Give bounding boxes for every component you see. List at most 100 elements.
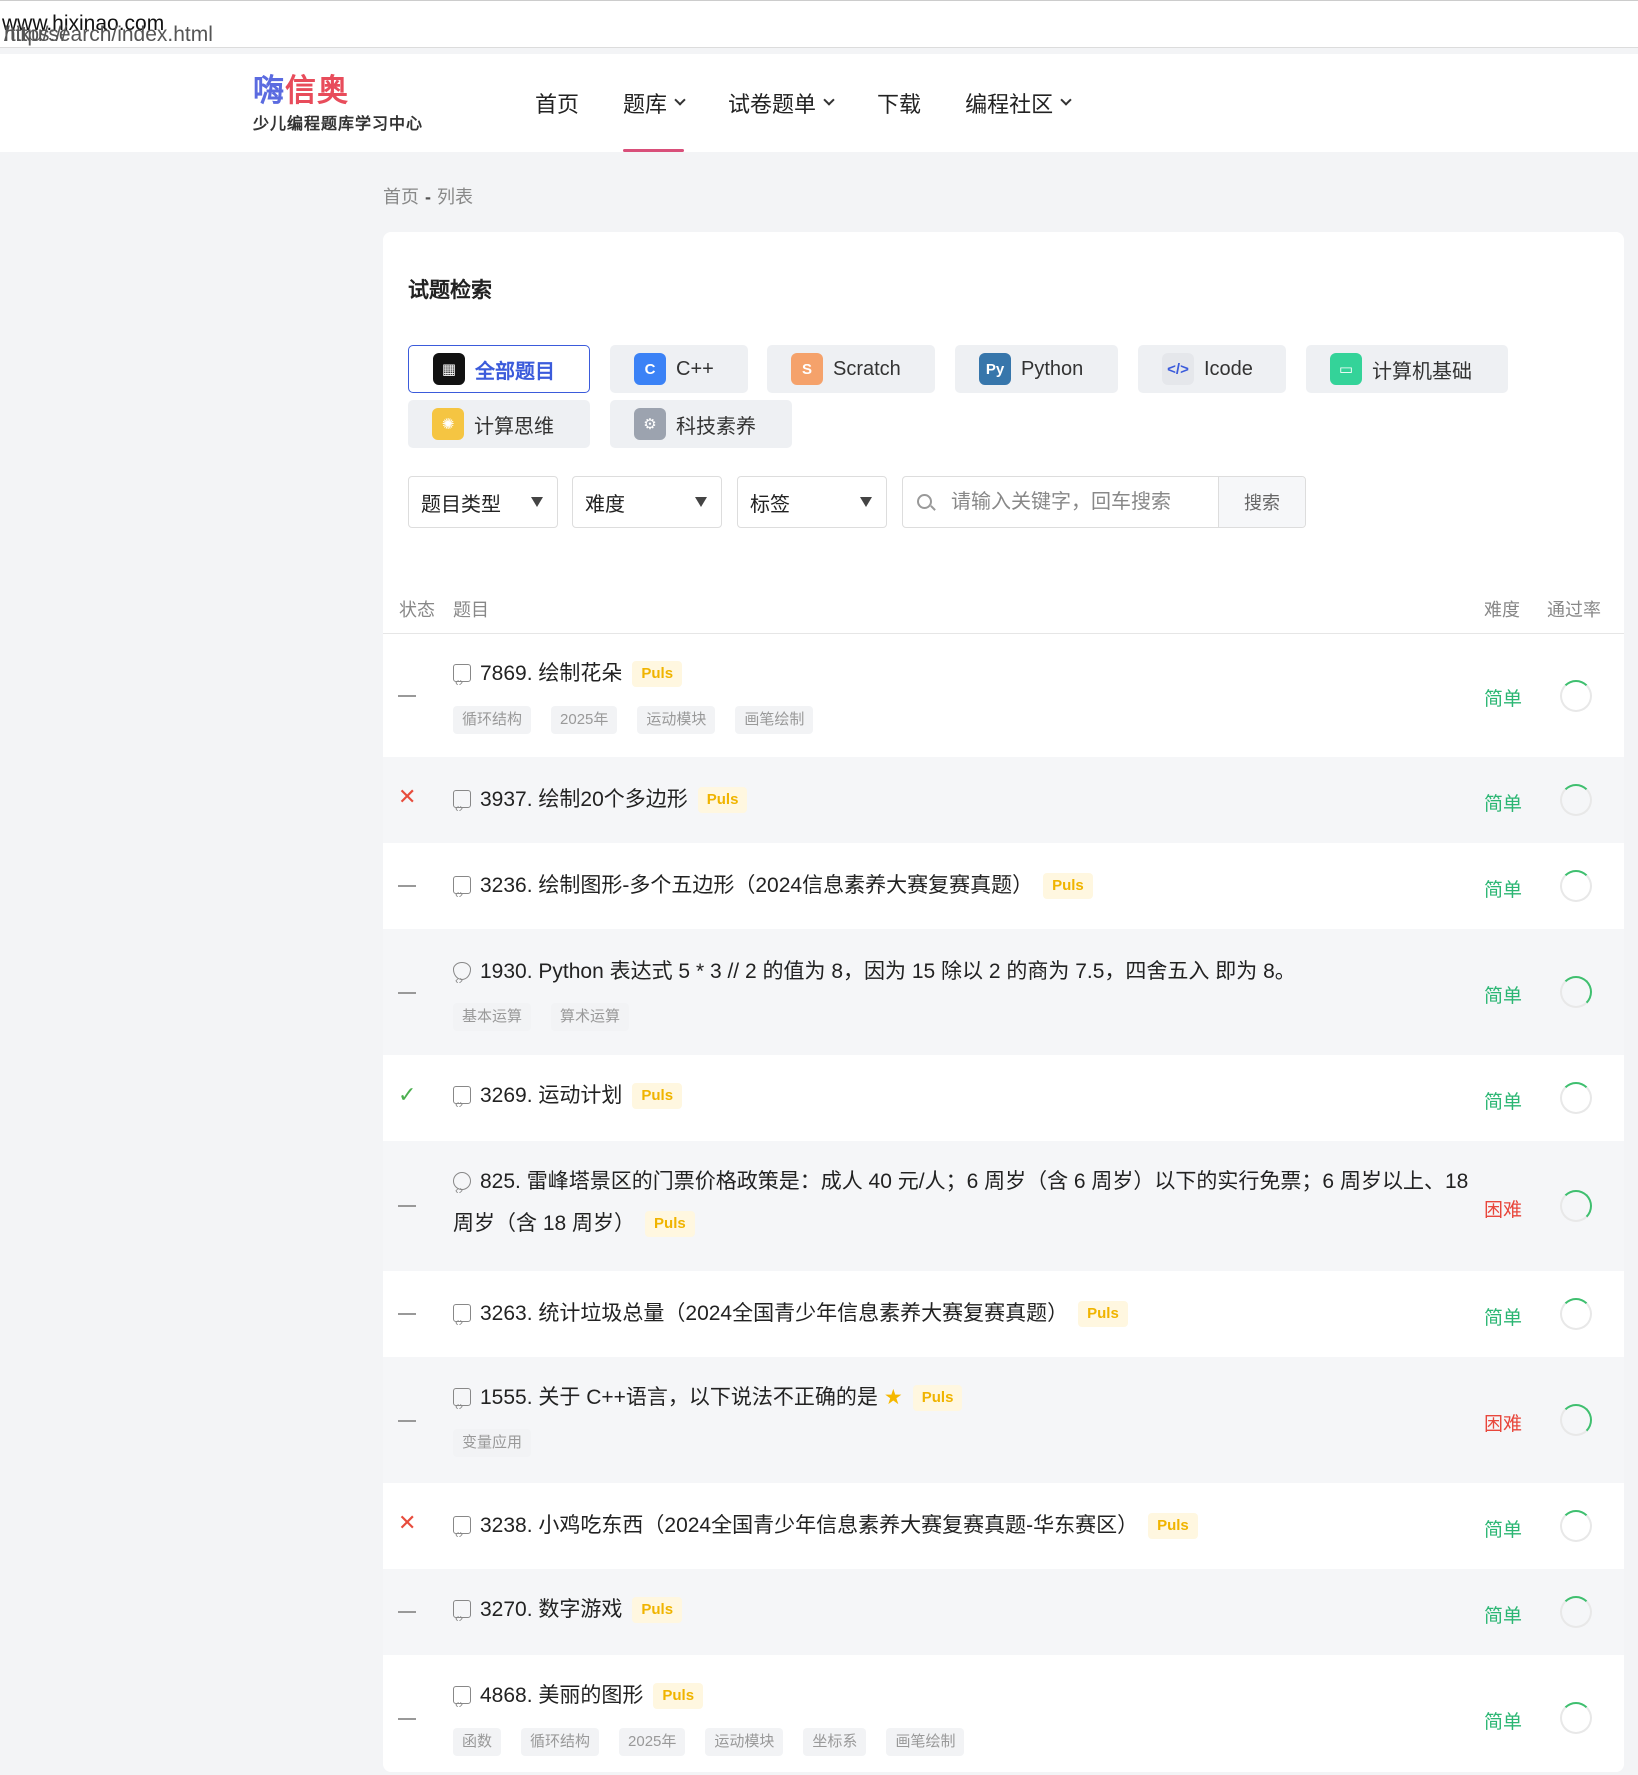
category-python[interactable]: Py Python [955,345,1118,393]
category-tech-literacy[interactable]: ⚙ 科技素养 [610,400,792,448]
question-title[interactable]: 3238. 小鸡吃东西（2024全国青少年信息素养大赛复赛真题-华东赛区） [480,1514,1138,1537]
pass-rate-ring [1560,1298,1592,1330]
plus-badge: Puls [632,1597,683,1623]
question-title[interactable]: 3263. 统计垃圾总量（2024全国青少年信息素养大赛复赛真题） [480,1302,1068,1325]
star-icon: ★ [883,1386,903,1409]
cpp-icon: C [634,353,666,385]
nav-community[interactable]: 编程社区 [965,54,1072,152]
status-none-icon [398,1205,416,1207]
plus-badge: Puls [697,787,748,813]
search-box: 搜索 [902,476,1306,528]
pass-rate-ring [1560,1702,1592,1734]
category-cpp[interactable]: C C++ [610,345,748,393]
category-computer-basics[interactable]: ▭ 计算机基础 [1306,345,1508,393]
question-title[interactable]: 3270. 数字游戏 [480,1598,622,1621]
tag-select[interactable]: 标签 [737,476,887,528]
difficulty-label: 简单 [1484,880,1523,901]
table-row[interactable]: 3270. 数字游戏 Puls 简单 [383,1569,1624,1655]
tag[interactable]: 变量应用 [453,1429,532,1457]
tag[interactable]: 函数 [453,1728,502,1756]
tag-list: 函数 循环结构 2025年 运动模块 坐标系 画笔绘制 [453,1728,965,1756]
tag[interactable]: 基本运算 [453,1003,532,1031]
table-row[interactable]: 7869. 绘制花朵 Puls 循环结构 2025年运动模块画笔绘制 简单 [383,635,1624,757]
difficulty-label: 简单 [1484,1520,1523,1541]
question-title[interactable]: 7869. 绘制花朵 [480,662,622,685]
table-row[interactable]: 3236. 绘制图形-多个五边形（2024信息素养大赛复赛真题） Puls 简单 [383,843,1624,929]
chat-icon: ▭ [1330,353,1362,385]
table-row[interactable]: 825. 雷峰塔景区的门票价格政策是：成人 40 元/人；6 周岁（含 6 周岁… [383,1141,1624,1271]
grid-icon: ▦ [433,353,465,385]
table-row[interactable]: 4868. 美丽的图形 Puls 函数循环结构 2025年运动模块坐标系画笔绘制 简… [383,1655,1624,1775]
tag[interactable]: 循环结构 [521,1728,600,1756]
pass-rate-ring [1560,870,1592,902]
pass-rate-ring [1560,1596,1592,1628]
search-icon [917,494,932,509]
code-icon: </> [1162,353,1194,385]
plus-badge: Puls [1078,1301,1128,1327]
tag[interactable]: 画笔绘制 [735,706,814,734]
table-row[interactable]: 1930. Python 表达式 5 * 3 // 2 的值为 8，因为 15 … [383,929,1624,1055]
header-pass-rate: 通过率 [1547,600,1601,620]
table-row[interactable]: ✓ 3269. 运动计划 Puls 简单 [383,1055,1624,1141]
status-failed-icon: ✕ [398,784,417,809]
pass-rate-ring [1560,1190,1592,1222]
breadcrumb: 首页 - 列表 [383,187,473,207]
question-type-select[interactable]: 题目类型 [408,476,558,528]
table-row[interactable]: ✕ 3937. 绘制20个多边形 Puls 简单 [383,757,1624,843]
difficulty-label: 简单 [1484,986,1523,1007]
tag[interactable]: 循环结构 [453,706,532,734]
tag[interactable]: 算术运算 [551,1003,630,1031]
question-title[interactable]: 3269. 运动计划 [480,1084,622,1107]
site-header: 嗨信奥 少儿编程题库学习中心 首页 题库 试卷题单 下载 编程社区 [0,54,1638,152]
plus-badge: Puls [653,1683,704,1709]
tag[interactable]: 2025年 [551,706,618,734]
search-input[interactable] [951,487,1211,517]
difficulty-select[interactable]: 难度 [572,476,722,528]
plus-badge: Puls [632,661,683,687]
breadcrumb-current: 列表 [437,187,473,207]
status-failed-icon: ✕ [398,1510,417,1535]
site-logo[interactable]: 嗨信奥 少儿编程题库学习中心 [253,74,423,134]
status-none-icon [398,1313,416,1315]
code-question-icon [453,1683,471,1725]
category-all[interactable]: ▦ 全部题目 [408,345,590,393]
question-title[interactable]: 1555. 关于 C++语言，以下说法不正确的是 [480,1386,878,1409]
table-row[interactable]: ✕ 3238. 小鸡吃东西（2024全国青少年信息素养大赛复赛真题-华东赛区） P… [383,1483,1624,1569]
tag[interactable]: 运动模块 [705,1728,784,1756]
code-question-icon [453,1301,471,1343]
table-row[interactable]: 3263. 统计垃圾总量（2024全国青少年信息素养大赛复赛真题） Puls 简单 [383,1271,1624,1357]
category-icode[interactable]: </> Icode [1138,345,1286,393]
category-computational-thinking[interactable]: ✺ 计算思维 [408,400,590,448]
difficulty-label: 困难 [1484,1414,1523,1435]
dropdown-arrow-icon [695,497,707,507]
breadcrumb-home[interactable]: 首页 [383,187,419,207]
code-question-icon [453,873,471,915]
category-scratch[interactable]: S Scratch [767,345,935,393]
plus-badge: Puls [645,1211,695,1237]
chevron-down-icon [823,94,835,106]
table-row[interactable]: 1555. 关于 C++语言，以下说法不正确的是★ Puls 变量应用 困难 [383,1357,1624,1483]
question-title[interactable]: 3236. 绘制图形-多个五边形（2024信息素养大赛复赛真题） [480,874,1033,897]
nav-papers[interactable]: 试卷题单 [728,54,835,152]
tag[interactable]: 2025年 [619,1728,686,1756]
url-text[interactable]: https://www.hixinao.com/tiku/search/inde… [2,12,213,46]
plus-badge: Puls [912,1385,963,1411]
question-title[interactable]: 825. 雷峰塔景区的门票价格政策是：成人 40 元/人；6 周岁（含 6 周岁… [453,1170,1468,1235]
header-status: 状态 [399,600,435,620]
question-title[interactable]: 3937. 绘制20个多边形 [480,788,688,811]
question-title[interactable]: 1930. Python 表达式 5 * 3 // 2 的值为 8，因为 15 … [480,960,1296,983]
status-none-icon [398,1611,416,1613]
browser-url-bar[interactable]: https://www.hixinao.com/tiku/search/inde… [0,0,1638,48]
difficulty-label: 简单 [1484,1092,1523,1113]
nav-download[interactable]: 下载 [877,54,921,152]
nav-question-bank[interactable]: 题库 [623,54,686,152]
tag[interactable]: 运动模块 [637,706,716,734]
checkbox-question-icon [453,1385,471,1427]
tag[interactable]: 坐标系 [803,1728,867,1756]
code-question-icon [453,1083,471,1125]
nav-home[interactable]: 首页 [535,54,579,152]
question-title[interactable]: 4868. 美丽的图形 [480,1684,643,1707]
tag[interactable]: 画笔绘制 [886,1728,965,1756]
search-button[interactable]: 搜索 [1218,477,1305,527]
status-none-icon [398,992,416,994]
